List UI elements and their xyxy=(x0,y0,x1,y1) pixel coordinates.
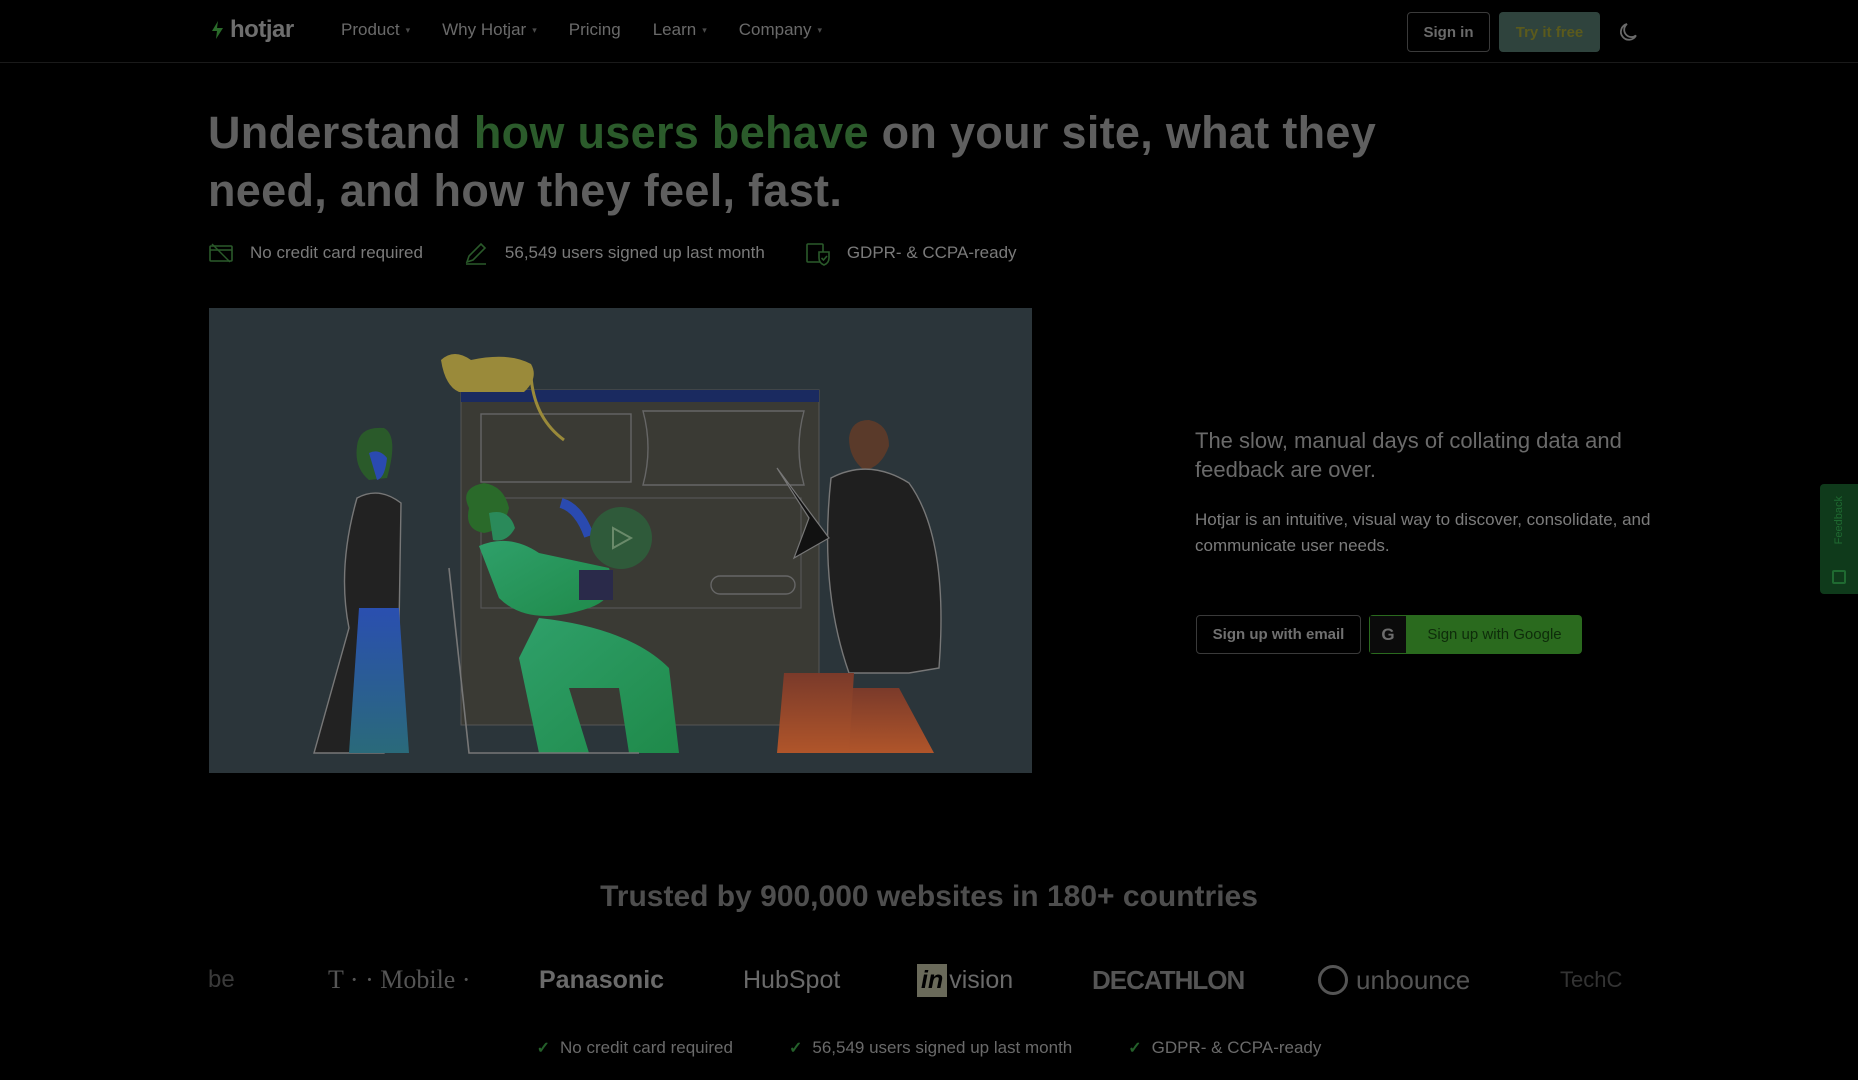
credit-card-icon xyxy=(209,243,233,263)
aside-description: Hotjar is an intuitive, visual way to di… xyxy=(1195,510,1651,555)
play-button-icon xyxy=(590,507,652,569)
try-it-free-button[interactable]: Try it free xyxy=(1499,12,1600,52)
menu-item-why-hotjar[interactable]: Why Hotjar ▾ xyxy=(442,20,537,40)
menu-label: Company xyxy=(738,20,812,39)
menu-label: Learn xyxy=(652,20,697,39)
check-text: 56,549 users signed up last month xyxy=(812,1038,1073,1057)
google-glyph: G xyxy=(1381,624,1395,644)
hotjar-logo[interactable]: hotjar xyxy=(208,16,294,44)
customer-logo-strip: be T · · Mobile · Panasonic HubSpot inin… xyxy=(208,958,1640,1002)
check-icon: ✓ xyxy=(788,1040,803,1057)
chevron-down-icon: ▾ xyxy=(405,24,411,35)
logo-text: hotjar xyxy=(230,16,294,43)
badge-text: GDPR- & CCPA-ready xyxy=(846,243,1017,262)
logo-techcrunch-partial: TechC xyxy=(1560,967,1623,992)
check-item: ✓ 56,549 users signed up last month xyxy=(789,1038,1072,1058)
chevron-down-icon: ▾ xyxy=(817,24,823,35)
top-navigation: hotjar Product ▾ Why Hotjar ▾ Pricing Le… xyxy=(0,0,1858,63)
headline-pre: Understand xyxy=(208,107,474,158)
pencil-icon xyxy=(465,242,487,265)
menu-item-product[interactable]: Product ▾ xyxy=(341,20,410,40)
feedback-label: Feedback xyxy=(1833,496,1845,545)
logo-decathlon: DECATHLON xyxy=(1092,964,1245,995)
shield-check-icon xyxy=(806,243,830,266)
feedback-smiley-icon xyxy=(1832,570,1846,584)
check-text: No credit card required xyxy=(560,1038,733,1057)
invision-suffix: vision xyxy=(949,965,1014,994)
logo-panasonic: Panasonic xyxy=(539,965,665,994)
sign-up-with-google-button[interactable]: G Sign up with Google xyxy=(1369,615,1582,654)
badge-text: 56,549 users signed up last month xyxy=(504,243,765,262)
aside-subheading: The slow, manual days of collating data … xyxy=(1195,428,1622,482)
google-button-label: Sign up with Google xyxy=(1427,626,1562,643)
menu-label: Product xyxy=(341,20,400,39)
logo-youtube-partial: be xyxy=(208,966,235,993)
sign-up-with-email-button[interactable]: Sign up with email xyxy=(1196,615,1361,654)
logo-hubspot: HubSpot xyxy=(743,965,841,994)
unbounce-text: unbounce xyxy=(1356,964,1471,995)
main-menu: Product ▾ Why Hotjar ▾ Pricing Learn ▾ C… xyxy=(341,20,822,40)
team-illustration xyxy=(313,354,942,754)
chevron-down-icon: ▾ xyxy=(702,24,707,35)
badge-text: No credit card required xyxy=(250,243,423,262)
feedback-tab[interactable]: Feedback xyxy=(1820,484,1858,594)
trusted-heading: Trusted by 900,000 websites in 180+ coun… xyxy=(600,880,1258,913)
google-icon: G xyxy=(1369,615,1407,654)
dark-mode-moon-icon[interactable] xyxy=(1618,20,1642,44)
badge-users-signed-up: 56,549 users signed up last month xyxy=(463,240,765,266)
menu-item-pricing[interactable]: Pricing xyxy=(569,20,621,40)
menu-label: Why Hotjar xyxy=(442,20,527,39)
hero-badges: No credit card required 56,549 users sig… xyxy=(208,240,1017,266)
check-text: GDPR- & CCPA-ready xyxy=(1151,1038,1322,1057)
badge-no-credit-card: No credit card required xyxy=(208,240,423,266)
footer-checklist: ✓ No credit card required ✓ 56,549 users… xyxy=(0,1038,1858,1058)
sign-in-button[interactable]: Sign in xyxy=(1407,12,1490,52)
badge-gdpr-ccpa: GDPR- & CCPA-ready xyxy=(805,240,1017,266)
hotjar-flame-icon xyxy=(212,21,223,39)
menu-item-learn[interactable]: Learn ▾ xyxy=(653,20,707,40)
logo-unbounce: unbounce xyxy=(1318,958,1470,1002)
logo-invision: ininvisionvision xyxy=(917,958,1013,1002)
check-icon: ✓ xyxy=(1128,1040,1142,1057)
check-item: ✓ GDPR- & CCPA-ready xyxy=(1128,1038,1321,1058)
hero-video-illustration[interactable] xyxy=(209,308,1032,773)
menu-item-company[interactable]: Company ▾ xyxy=(739,20,822,40)
logo-tmobile: T · · Mobile · xyxy=(328,965,471,994)
chevron-down-icon: ▾ xyxy=(532,24,537,35)
check-icon: ✓ xyxy=(536,1040,551,1057)
check-item: ✓ No credit card required xyxy=(537,1038,733,1058)
hero-headline: Understand how users behave on your site… xyxy=(208,104,1448,220)
invision-mark-icon: in xyxy=(917,963,948,997)
menu-label: Pricing xyxy=(568,20,621,39)
unbounce-mark-icon xyxy=(1318,965,1348,995)
headline-accent: how users behave xyxy=(473,107,869,158)
